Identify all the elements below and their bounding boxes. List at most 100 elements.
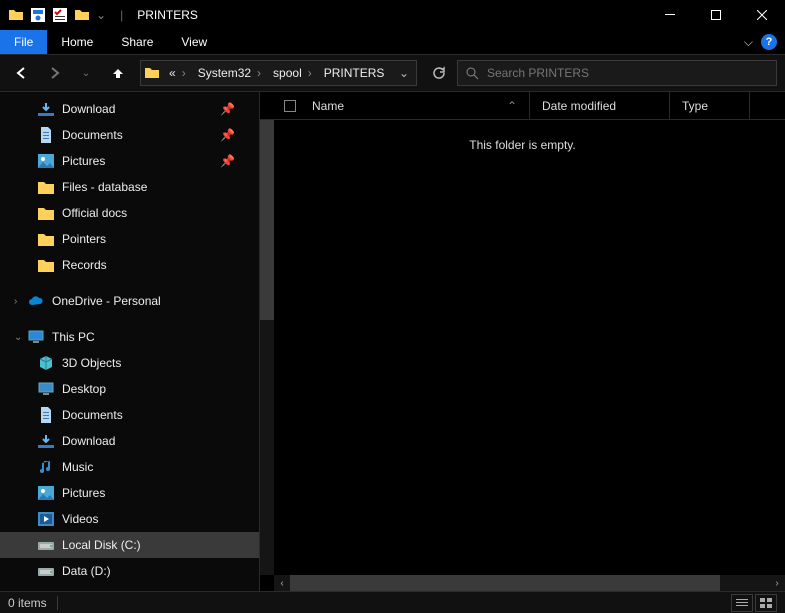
minimize-button[interactable] xyxy=(647,0,693,30)
sidebar-item-label: Official docs xyxy=(62,206,127,220)
sidebar-item-desktop[interactable]: Desktop xyxy=(0,376,259,402)
document-icon xyxy=(38,407,54,423)
sidebar-item-documents[interactable]: Documents xyxy=(0,402,259,428)
sidebar-item-pictures[interactable]: Pictures xyxy=(0,480,259,506)
drive-icon xyxy=(38,537,54,553)
tab-file[interactable]: File xyxy=(0,30,47,54)
up-button[interactable] xyxy=(104,59,132,87)
tab-view[interactable]: View xyxy=(167,30,221,54)
tab-share[interactable]: Share xyxy=(107,30,167,54)
search-input[interactable] xyxy=(487,66,768,80)
status-bar: 0 items xyxy=(0,591,785,613)
search-box[interactable] xyxy=(457,60,777,86)
pictures-icon xyxy=(38,485,54,501)
status-separator xyxy=(57,596,58,610)
sidebar-item-label: Desktop xyxy=(62,382,106,396)
sidebar-item-label: Files - database xyxy=(62,180,147,194)
scroll-left-icon[interactable]: ‹ xyxy=(274,575,290,591)
horizontal-scrollbar[interactable]: ‹ › xyxy=(274,575,785,591)
save-icon[interactable] xyxy=(30,7,46,23)
tab-home[interactable]: Home xyxy=(47,30,107,54)
sort-arrow-icon: ⌃ xyxy=(507,99,517,113)
cloud-icon xyxy=(28,293,44,309)
sidebar-this-pc[interactable]: ⌄ This PC xyxy=(0,324,259,350)
view-details-button[interactable] xyxy=(731,594,753,612)
help-icon[interactable]: ? xyxy=(761,34,777,50)
folder-icon xyxy=(38,179,54,195)
sidebar-item-data-d-[interactable]: Data (D:) xyxy=(0,558,259,584)
pc-icon xyxy=(28,329,44,345)
recent-chevron-icon[interactable]: ⌄ xyxy=(72,59,100,87)
breadcrumb-printers[interactable]: PRINTERS xyxy=(318,66,391,80)
document-icon xyxy=(38,127,54,143)
sidebar-item-documents[interactable]: Documents 📌 xyxy=(0,122,259,148)
column-date[interactable]: Date modified xyxy=(530,92,670,119)
sidebar-onedrive[interactable]: › OneDrive - Personal xyxy=(0,288,259,314)
checklist-icon[interactable] xyxy=(52,7,68,23)
sidebar-item-label: Pointers xyxy=(62,232,106,246)
sidebar-item-label: Local Disk (C:) xyxy=(62,538,141,552)
pin-icon: 📌 xyxy=(220,128,235,142)
empty-folder-message: This folder is empty. xyxy=(260,120,785,170)
drive-icon xyxy=(38,563,54,579)
column-name[interactable]: Name⌃ xyxy=(300,92,530,119)
sidebar-item-label: Music xyxy=(62,460,93,474)
sidebar-item-local-disk-c-[interactable]: Local Disk (C:) xyxy=(0,532,259,558)
vertical-scrollbar[interactable] xyxy=(260,120,274,575)
sidebar-item-label: Videos xyxy=(62,512,98,526)
sidebar-item-label: Download xyxy=(62,102,115,116)
nav-tree: Download📌 Documents 📌 Pictures 📌 Files - data… xyxy=(0,92,260,591)
nav-bar: ⌄ « › System32 › spool › PRINTERS ⌄ xyxy=(0,54,785,92)
sidebar-item-label: Download xyxy=(62,434,115,448)
sidebar-item-files-database[interactable]: Files - database xyxy=(0,174,259,200)
folder-icon xyxy=(8,7,24,23)
window-title: PRINTERS xyxy=(137,8,198,22)
maximize-button[interactable] xyxy=(693,0,739,30)
scroll-right-icon[interactable]: › xyxy=(769,575,785,591)
ribbon: File Home Share View ⌵ ? xyxy=(0,30,785,54)
3d-icon xyxy=(38,355,54,371)
column-header-row: Name⌃ Date modified Type xyxy=(260,92,785,120)
sidebar-item-music[interactable]: Music xyxy=(0,454,259,480)
title-bar: ⌄ | PRINTERS xyxy=(0,0,785,30)
caret-icon[interactable]: › xyxy=(14,296,17,307)
music-icon xyxy=(38,459,54,475)
sidebar-item-official-docs[interactable]: Official docs xyxy=(0,200,259,226)
sidebar-item-label: Documents xyxy=(62,128,123,142)
close-button[interactable] xyxy=(739,0,785,30)
select-all-checkbox[interactable] xyxy=(280,100,300,112)
status-item-count: 0 items xyxy=(8,596,47,610)
sidebar-item-pointers[interactable]: Pointers xyxy=(0,226,259,252)
breadcrumb-ellipsis[interactable]: « › xyxy=(163,66,192,80)
refresh-button[interactable] xyxy=(425,59,453,87)
sidebar-item-label: Pictures xyxy=(62,154,105,168)
sidebar-item-download[interactable]: Download xyxy=(0,428,259,454)
ribbon-collapse-icon[interactable]: ⌵ xyxy=(744,35,753,50)
sidebar-item-3d-objects[interactable]: 3D Objects xyxy=(0,350,259,376)
search-icon xyxy=(466,67,479,80)
address-bar[interactable]: « › System32 › spool › PRINTERS ⌄ xyxy=(140,60,417,86)
file-list: Name⌃ Date modified Type This folder is … xyxy=(260,92,785,591)
breadcrumb-system32[interactable]: System32 › xyxy=(192,66,267,80)
sidebar-item-pictures[interactable]: Pictures 📌 xyxy=(0,148,259,174)
sidebar-item-download[interactable]: Download📌 xyxy=(0,96,259,122)
back-button[interactable] xyxy=(8,59,36,87)
forward-button[interactable] xyxy=(40,59,68,87)
title-separator: | xyxy=(120,8,123,22)
breadcrumb-spool[interactable]: spool › xyxy=(267,66,318,80)
pin-icon: 📌 xyxy=(220,154,235,168)
view-thumbnails-button[interactable] xyxy=(755,594,777,612)
folder-icon xyxy=(38,205,54,221)
column-type[interactable]: Type xyxy=(670,92,750,119)
qat-chevron-icon[interactable]: ⌄ xyxy=(96,8,106,22)
address-chevron-icon[interactable]: ⌄ xyxy=(392,61,416,85)
sidebar-item-videos[interactable]: Videos xyxy=(0,506,259,532)
folder-icon xyxy=(38,257,54,273)
sidebar-item-label: OneDrive - Personal xyxy=(52,294,161,308)
sidebar-item-records[interactable]: Records xyxy=(0,252,259,278)
sidebar-item-label: 3D Objects xyxy=(62,356,121,370)
caret-icon[interactable]: ⌄ xyxy=(14,332,22,343)
sidebar-item-label: Data (D:) xyxy=(62,564,111,578)
folder-icon xyxy=(38,231,54,247)
sidebar-item-label: This PC xyxy=(52,330,95,344)
